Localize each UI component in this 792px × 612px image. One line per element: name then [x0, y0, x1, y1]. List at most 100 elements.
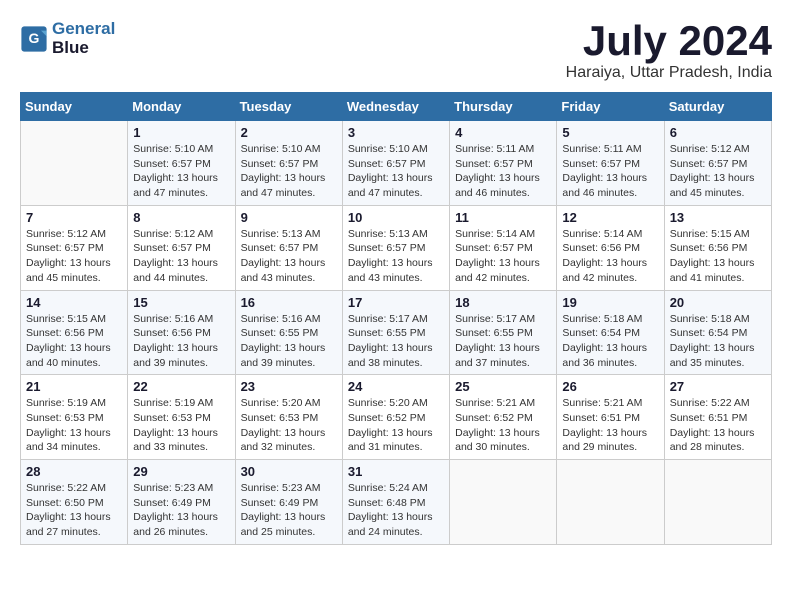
day-number: 23: [241, 379, 337, 394]
day-number: 24: [348, 379, 444, 394]
calendar-cell: 30 Sunrise: 5:23 AMSunset: 6:49 PMDayligh…: [235, 460, 342, 545]
calendar-cell: 27 Sunrise: 5:22 AMSunset: 6:51 PMDayligh…: [664, 375, 771, 460]
day-number: 15: [133, 295, 229, 310]
calendar-cell: 7 Sunrise: 5:12 AMSunset: 6:57 PMDaylight…: [21, 205, 128, 290]
calendar-week-3: 14 Sunrise: 5:15 AMSunset: 6:56 PMDayligh…: [21, 290, 772, 375]
logo-line1: General: [52, 19, 115, 38]
day-info: Sunrise: 5:15 AMSunset: 6:56 PMDaylight:…: [670, 227, 766, 286]
calendar-cell: 23 Sunrise: 5:20 AMSunset: 6:53 PMDayligh…: [235, 375, 342, 460]
calendar-cell: 26Sunrise: 5:21 AMSunset: 6:51 PMDayligh…: [557, 375, 664, 460]
calendar-cell: [557, 460, 664, 545]
calendar-cell: 21 Sunrise: 5:19 AMSunset: 6:53 PMDayligh…: [21, 375, 128, 460]
day-number: 4: [455, 125, 551, 140]
calendar-week-4: 21 Sunrise: 5:19 AMSunset: 6:53 PMDayligh…: [21, 375, 772, 460]
day-info: Sunrise: 5:19 AMSunset: 6:53 PMDaylight:…: [26, 396, 122, 455]
calendar-week-1: 1 Sunrise: 5:10 AMSunset: 6:57 PMDaylight…: [21, 121, 772, 206]
calendar-cell: 1 Sunrise: 5:10 AMSunset: 6:57 PMDaylight…: [128, 121, 235, 206]
logo-icon: G: [20, 25, 48, 53]
day-number: 20: [670, 295, 766, 310]
day-number: 27: [670, 379, 766, 394]
day-number: 17: [348, 295, 444, 310]
day-number: 29: [133, 464, 229, 479]
day-info: Sunrise: 5:20 AMSunset: 6:53 PMDaylight:…: [241, 396, 337, 455]
calendar-cell: 13 Sunrise: 5:15 AMSunset: 6:56 PMDayligh…: [664, 205, 771, 290]
day-info: Sunrise: 5:11 AMSunset: 6:57 PMDaylight:…: [562, 142, 658, 201]
day-info: Sunrise: 5:16 AMSunset: 6:55 PMDaylight:…: [241, 312, 337, 371]
day-number: 5: [562, 125, 658, 140]
day-number: 25: [455, 379, 551, 394]
day-info: Sunrise: 5:14 AMSunset: 6:56 PMDaylight:…: [562, 227, 658, 286]
weekday-header-thursday: Thursday: [450, 93, 557, 121]
calendar-cell: 29Sunrise: 5:23 AMSunset: 6:49 PMDayligh…: [128, 460, 235, 545]
calendar-cell: [664, 460, 771, 545]
calendar-week-5: 28 Sunrise: 5:22 AMSunset: 6:50 PMDayligh…: [21, 460, 772, 545]
day-number: 14: [26, 295, 122, 310]
day-info: Sunrise: 5:18 AMSunset: 6:54 PMDaylight:…: [670, 312, 766, 371]
calendar-cell: 16Sunrise: 5:16 AMSunset: 6:55 PMDayligh…: [235, 290, 342, 375]
calendar-cell: 28 Sunrise: 5:22 AMSunset: 6:50 PMDayligh…: [21, 460, 128, 545]
day-info: Sunrise: 5:10 AMSunset: 6:57 PMDaylight:…: [133, 142, 229, 201]
calendar-cell: 31 Sunrise: 5:24 AMSunset: 6:48 PMDayligh…: [342, 460, 449, 545]
day-number: 18: [455, 295, 551, 310]
calendar-cell: 2Sunrise: 5:10 AMSunset: 6:57 PMDaylight…: [235, 121, 342, 206]
calendar-cell: [450, 460, 557, 545]
weekday-header-tuesday: Tuesday: [235, 93, 342, 121]
day-info: Sunrise: 5:13 AMSunset: 6:57 PMDaylight:…: [241, 227, 337, 286]
calendar-cell: 24 Sunrise: 5:20 AMSunset: 6:52 PMDayligh…: [342, 375, 449, 460]
day-info: Sunrise: 5:23 AMSunset: 6:49 PMDaylight:…: [241, 481, 337, 540]
day-info: Sunrise: 5:12 AMSunset: 6:57 PMDaylight:…: [670, 142, 766, 201]
day-info: Sunrise: 5:12 AMSunset: 6:57 PMDaylight:…: [26, 227, 122, 286]
header: G General Blue July 2024 Haraiya, Uttar …: [20, 20, 772, 82]
logo-line2: Blue: [52, 39, 115, 58]
day-info: Sunrise: 5:22 AMSunset: 6:51 PMDaylight:…: [670, 396, 766, 455]
day-number: 21: [26, 379, 122, 394]
calendar-week-2: 7 Sunrise: 5:12 AMSunset: 6:57 PMDaylight…: [21, 205, 772, 290]
weekday-header-sunday: Sunday: [21, 93, 128, 121]
day-info: Sunrise: 5:11 AMSunset: 6:57 PMDaylight:…: [455, 142, 551, 201]
day-number: 10: [348, 210, 444, 225]
calendar-cell: 4 Sunrise: 5:11 AMSunset: 6:57 PMDaylight…: [450, 121, 557, 206]
calendar-cell: 3Sunrise: 5:10 AMSunset: 6:57 PMDaylight…: [342, 121, 449, 206]
day-info: Sunrise: 5:10 AMSunset: 6:57 PMDaylight:…: [241, 142, 337, 201]
calendar-table: SundayMondayTuesdayWednesdayThursdayFrid…: [20, 92, 772, 545]
day-number: 1: [133, 125, 229, 140]
day-info: Sunrise: 5:22 AMSunset: 6:50 PMDaylight:…: [26, 481, 122, 540]
day-info: Sunrise: 5:10 AMSunset: 6:57 PMDaylight:…: [348, 142, 444, 201]
day-info: Sunrise: 5:20 AMSunset: 6:52 PMDaylight:…: [348, 396, 444, 455]
calendar-cell: 15Sunrise: 5:16 AMSunset: 6:56 PMDayligh…: [128, 290, 235, 375]
day-info: Sunrise: 5:12 AMSunset: 6:57 PMDaylight:…: [133, 227, 229, 286]
calendar-cell: 22 Sunrise: 5:19 AMSunset: 6:53 PMDayligh…: [128, 375, 235, 460]
day-number: 8: [133, 210, 229, 225]
day-number: 22: [133, 379, 229, 394]
calendar-cell: 11Sunrise: 5:14 AMSunset: 6:57 PMDayligh…: [450, 205, 557, 290]
title-area: July 2024 Haraiya, Uttar Pradesh, India: [566, 20, 772, 82]
calendar-cell: 17 Sunrise: 5:17 AMSunset: 6:55 PMDayligh…: [342, 290, 449, 375]
calendar-cell: 6Sunrise: 5:12 AMSunset: 6:57 PMDaylight…: [664, 121, 771, 206]
day-info: Sunrise: 5:14 AMSunset: 6:57 PMDaylight:…: [455, 227, 551, 286]
day-info: Sunrise: 5:19 AMSunset: 6:53 PMDaylight:…: [133, 396, 229, 455]
calendar-cell: 12 Sunrise: 5:14 AMSunset: 6:56 PMDayligh…: [557, 205, 664, 290]
calendar-cell: 19Sunrise: 5:18 AMSunset: 6:54 PMDayligh…: [557, 290, 664, 375]
weekday-header-wednesday: Wednesday: [342, 93, 449, 121]
weekday-header-row: SundayMondayTuesdayWednesdayThursdayFrid…: [21, 93, 772, 121]
day-number: 7: [26, 210, 122, 225]
calendar-cell: 5 Sunrise: 5:11 AMSunset: 6:57 PMDaylight…: [557, 121, 664, 206]
day-info: Sunrise: 5:18 AMSunset: 6:54 PMDaylight:…: [562, 312, 658, 371]
day-number: 13: [670, 210, 766, 225]
weekday-header-friday: Friday: [557, 93, 664, 121]
day-info: Sunrise: 5:24 AMSunset: 6:48 PMDaylight:…: [348, 481, 444, 540]
day-info: Sunrise: 5:17 AMSunset: 6:55 PMDaylight:…: [348, 312, 444, 371]
day-number: 30: [241, 464, 337, 479]
logo-text: General Blue: [52, 20, 115, 57]
day-number: 28: [26, 464, 122, 479]
day-number: 12: [562, 210, 658, 225]
day-number: 9: [241, 210, 337, 225]
calendar-cell: 20 Sunrise: 5:18 AMSunset: 6:54 PMDayligh…: [664, 290, 771, 375]
day-number: 31: [348, 464, 444, 479]
calendar-cell: 10Sunrise: 5:13 AMSunset: 6:57 PMDayligh…: [342, 205, 449, 290]
day-info: Sunrise: 5:17 AMSunset: 6:55 PMDaylight:…: [455, 312, 551, 371]
location-subtitle: Haraiya, Uttar Pradesh, India: [566, 64, 772, 82]
svg-text:G: G: [29, 30, 40, 46]
day-info: Sunrise: 5:15 AMSunset: 6:56 PMDaylight:…: [26, 312, 122, 371]
month-year-title: July 2024: [566, 20, 772, 62]
